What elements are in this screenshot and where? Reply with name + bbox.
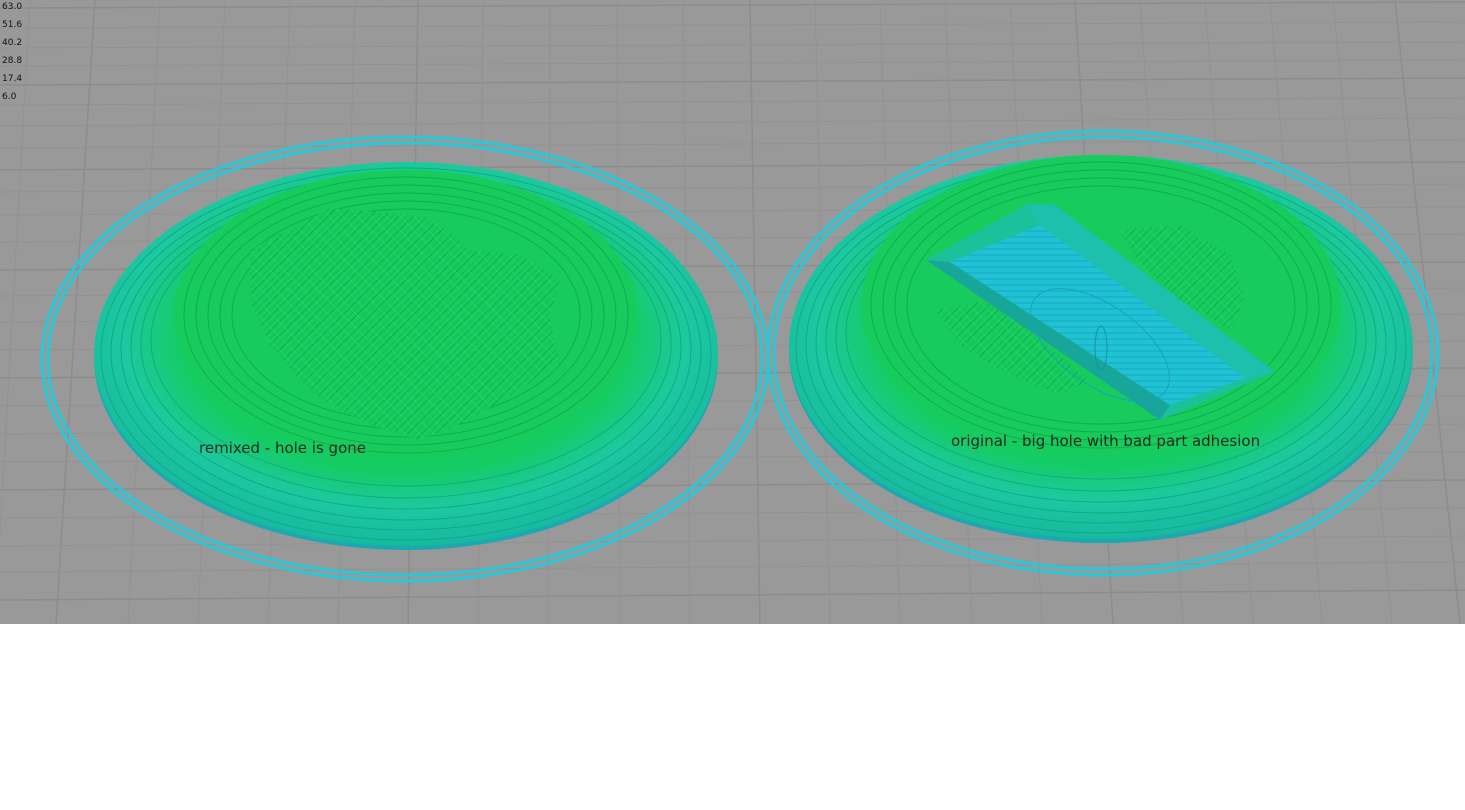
3d-viewport[interactable]: 63.0 51.6 40.2 28.8 17.4 6.0 remixed - h…	[0, 0, 1465, 624]
annotation-original: original - big hole with bad part adhesi…	[951, 432, 1261, 450]
left-print-remixed[interactable]	[40, 135, 770, 583]
blank-area	[0, 624, 1465, 810]
legend-tick: 6.0	[2, 92, 17, 102]
legend-tick: 17.4	[2, 74, 23, 84]
legend-tick: 63.0	[2, 2, 23, 12]
layer-height-legend: 63.0 51.6 40.2 28.8 17.4 6.0	[2, 0, 22, 106]
build-plate-scene[interactable]	[0, 0, 1465, 624]
legend-tick: 28.8	[2, 56, 23, 66]
legend-tick: 40.2	[2, 38, 23, 48]
legend-tick: 51.6	[2, 20, 23, 30]
annotation-remixed: remixed - hole is gone	[199, 439, 366, 457]
